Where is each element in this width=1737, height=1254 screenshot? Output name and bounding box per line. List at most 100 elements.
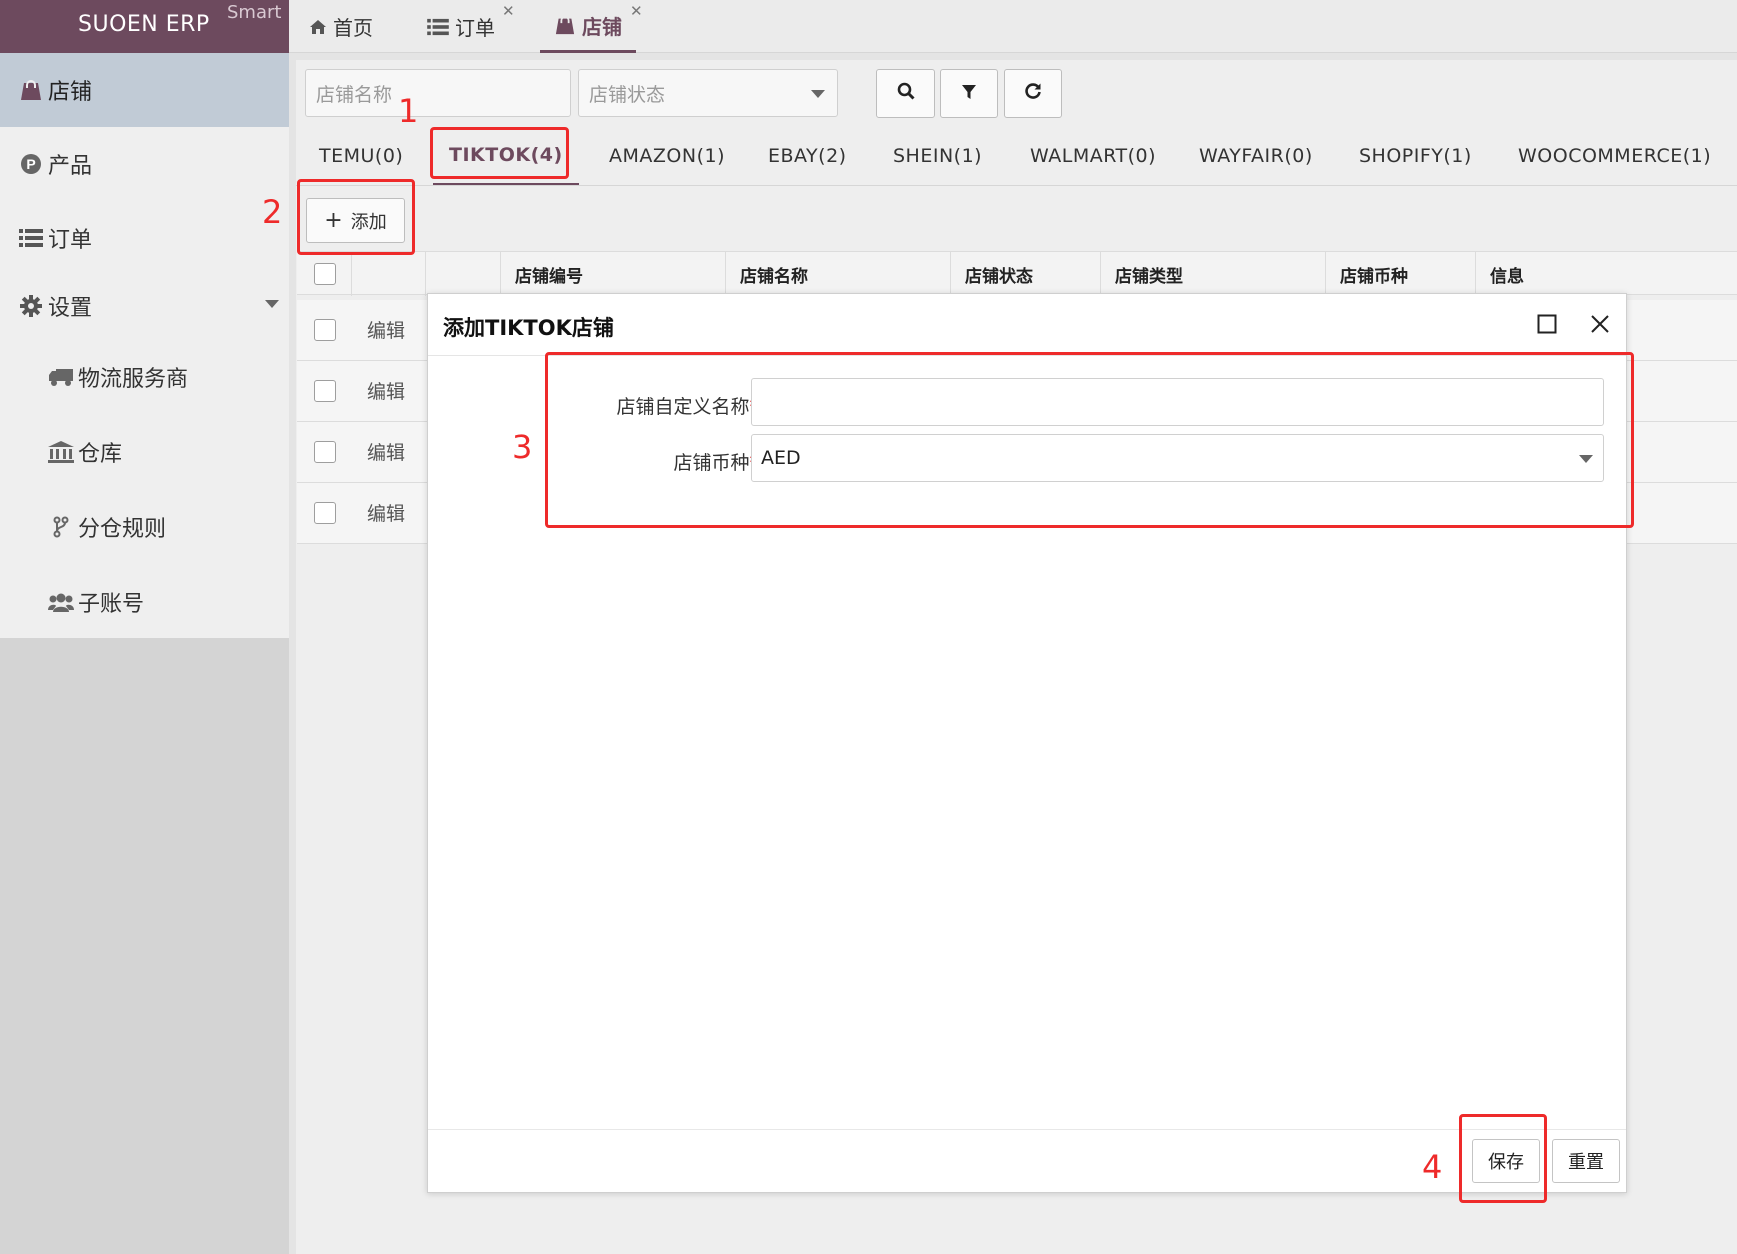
currency-label-text: 店铺币种 [673,452,750,474]
chevron-down-icon [811,90,825,98]
sidebar-item-label: 产品 [48,154,93,179]
edit-link[interactable]: 编辑 [367,438,405,465]
save-button[interactable]: 保存 [1472,1139,1540,1183]
maximize-icon[interactable] [1537,314,1557,339]
shopping-bag-icon [18,79,44,101]
filter-button[interactable] [940,69,998,118]
column-header-store-name[interactable]: 店铺名称 [725,252,950,296]
column-header-info[interactable]: 信息 [1475,252,1737,296]
close-icon[interactable] [1590,314,1610,339]
column-header-label: 店铺币种 [1340,266,1408,287]
brand-header: SUOEN ERP Smart [0,0,289,53]
plus-icon: + [324,207,343,233]
tab-label: 订单 [455,16,495,40]
brand-title: SUOEN ERP [78,12,210,37]
gear-icon [18,295,44,317]
edit-link[interactable]: 编辑 [367,499,405,526]
close-icon[interactable]: ✕ [502,2,515,20]
tab-store[interactable]: 店铺 [540,0,636,53]
list-icon [18,228,44,248]
sidebar-item-warehouse[interactable]: 仓库 [0,415,289,489]
reset-button[interactable]: 重置 [1552,1139,1620,1183]
tab-woocommerce[interactable]: WOOCOMMERCE(1) [1518,127,1711,185]
platform-tab-label: TEMU(0) [319,145,404,167]
sidebar-item-subaccount[interactable]: 子账号 [0,565,289,639]
column-header-label: 店铺类型 [1115,266,1183,287]
tab-temu[interactable]: TEMU(0) [319,127,403,185]
save-button-label: 保存 [1488,1152,1524,1173]
sidebar-item-label: 店铺 [48,80,93,105]
sidebar-menu: 店铺 P 产品 订单 设置 物流服务商 仓库 分仓规则 子账号 [0,53,289,638]
currency-select[interactable]: AED [751,434,1604,482]
chevron-down-icon [1579,455,1593,463]
brand-subtitle: Smart [227,2,282,23]
sidebar-item-label: 设置 [48,296,93,321]
column-header-currency[interactable]: 店铺币种 [1325,252,1475,296]
row-checkbox[interactable] [314,380,336,402]
list-icon [427,18,449,36]
row-checkbox[interactable] [314,319,336,341]
platform-tab-label: EBAY(2) [768,145,847,167]
close-icon[interactable]: ✕ [630,2,643,20]
platform-tab-label: SHEIN(1) [893,145,983,167]
tab-home[interactable]: 首页 [309,0,373,53]
refresh-button[interactable] [1004,69,1062,118]
chevron-down-icon [265,300,279,308]
annotation-number-4: 4 [1422,1148,1443,1186]
platform-tab-label: WAYFAIR(0) [1199,145,1313,167]
filter-icon [962,83,976,105]
dialog-header-divider [428,355,1626,356]
grid-header: 店铺编号 店铺名称 店铺状态 店铺类型 店铺币种 信息 [297,251,1737,296]
select-all-checkbox[interactable] [314,263,336,285]
store-name-search-input[interactable]: 店铺名称 [305,69,571,117]
sidebar-item-label: 仓库 [78,442,123,467]
platform-tab-label: TIKTOK(4) [449,144,563,166]
store-status-select[interactable]: 店铺状态 [578,69,838,117]
column-header-store-id[interactable]: 店铺编号 [500,252,725,296]
sidebar-item-settings[interactable]: 设置 [0,269,289,343]
edit-link[interactable]: 编辑 [367,316,405,343]
store-name-label: 店铺自定义名称*： [548,392,778,419]
svg-text:P: P [26,156,35,172]
tab-walmart[interactable]: WALMART(0) [1030,127,1156,185]
search-button[interactable] [876,69,935,118]
column-header-store-type[interactable]: 店铺类型 [1100,252,1325,296]
product-p-icon: P [18,153,44,175]
annotation-number-3: 3 [512,428,533,466]
sidebar-item-store[interactable]: 店铺 [0,53,289,127]
store-status-placeholder: 店铺状态 [589,83,666,106]
sidebar-item-split-rules[interactable]: 分仓规则 [0,490,289,564]
sidebar-item-label: 分仓规则 [78,517,167,542]
tab-shopify[interactable]: SHOPIFY(1) [1359,127,1472,185]
sidebar-item-product[interactable]: P 产品 [0,127,289,201]
platform-tab-label: WOOCOMMERCE(1) [1518,145,1712,167]
row-checkbox[interactable] [314,441,336,463]
tab-amazon[interactable]: AMAZON(1) [609,127,725,185]
bank-icon [48,441,74,463]
sidebar: SUOEN ERP Smart 店铺 P 产品 订单 设置 物流服务商 仓库 分… [0,0,289,1254]
tab-shein[interactable]: SHEIN(1) [893,127,982,185]
tab-tiktok[interactable]: TIKTOK(4) [433,127,579,185]
tab-orders[interactable]: 订单 [427,0,495,53]
row-checkbox[interactable] [314,502,336,524]
store-name-input[interactable] [751,378,1604,426]
edit-link[interactable]: 编辑 [367,377,405,404]
annotation-number-1: 1 [398,92,419,130]
sidebar-item-logistics[interactable]: 物流服务商 [0,340,289,414]
refresh-icon [1024,82,1042,105]
column-header-label: 信息 [1490,266,1524,287]
reset-button-label: 重置 [1568,1152,1604,1173]
column-header-blank [425,252,500,296]
add-store-button[interactable]: + 添加 [306,198,405,243]
sidebar-item-order[interactable]: 订单 [0,201,289,275]
store-name-label-text: 店铺自定义名称 [616,396,750,418]
column-header-label: 店铺状态 [965,266,1033,287]
column-header-label: 店铺名称 [740,266,808,287]
currency-label: 店铺币种*： [548,448,778,475]
sidebar-item-label: 订单 [48,228,93,253]
sidebar-item-label: 物流服务商 [78,367,189,392]
tab-wayfair[interactable]: WAYFAIR(0) [1199,127,1313,185]
store-name-placeholder: 店铺名称 [316,83,393,106]
tab-ebay[interactable]: EBAY(2) [768,127,847,185]
column-header-store-status[interactable]: 店铺状态 [950,252,1100,296]
